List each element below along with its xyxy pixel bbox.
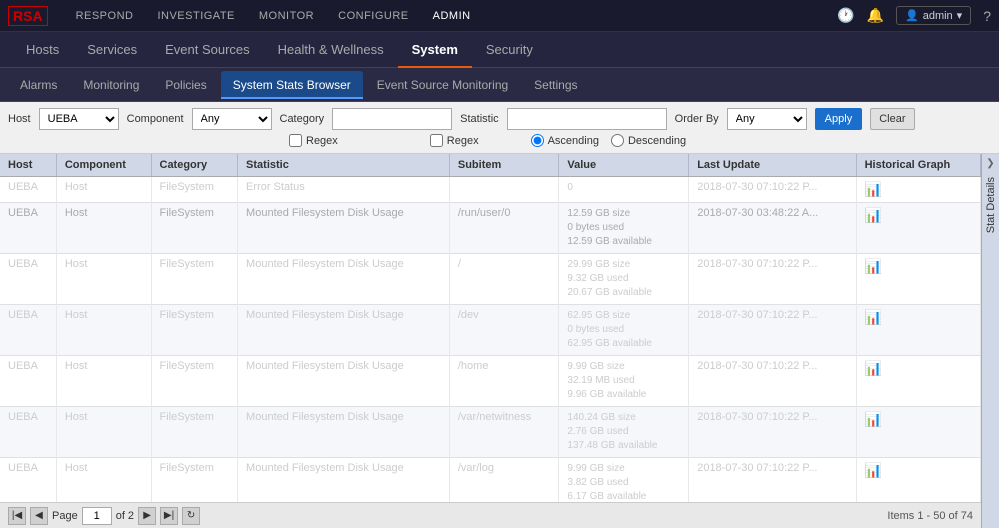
chart-icon[interactable]: 📊 <box>865 360 882 376</box>
statistic-input[interactable] <box>507 108 667 130</box>
category-input[interactable] <box>332 108 452 130</box>
chart-icon[interactable]: 📊 <box>865 207 882 223</box>
items-info: Items 1 - 50 of 74 <box>887 510 973 522</box>
second-nav: Hosts Services Event Sources Health & We… <box>0 32 999 68</box>
tab-event-source-monitoring[interactable]: Event Source Monitoring <box>365 71 520 99</box>
chart-icon[interactable]: 📊 <box>865 181 882 197</box>
page-next-btn[interactable]: ▶ <box>138 507 156 525</box>
tabs-bar: Alarms Monitoring Policies System Stats … <box>0 68 999 102</box>
admin-dropdown-icon: ▾ <box>957 9 963 22</box>
filter-row-2: Regex Regex Ascending Descending <box>8 134 991 147</box>
col-category[interactable]: Category <box>151 154 238 177</box>
chart-icon[interactable]: 📊 <box>865 309 882 325</box>
sidebar-chevron: ❯ <box>986 158 994 169</box>
top-nav-right: 🕐 🔔 👤 admin ▾ ? <box>837 6 991 25</box>
tab-alarms[interactable]: Alarms <box>8 71 69 99</box>
page-refresh-btn[interactable]: ↻ <box>182 507 200 525</box>
clock-icon[interactable]: 🕐 <box>837 7 854 24</box>
content-body: Host Component Category Statistic Subite… <box>0 154 999 528</box>
admin-label: admin <box>923 10 953 22</box>
category-label: Category <box>280 113 325 125</box>
nav-investigate[interactable]: INVESTIGATE <box>145 0 246 32</box>
component-select[interactable]: Any <box>192 108 272 130</box>
nav-monitor[interactable]: MONITOR <box>247 0 326 32</box>
page-first-btn[interactable]: |◀ <box>8 507 26 525</box>
admin-menu[interactable]: 👤 admin ▾ <box>896 6 971 25</box>
help-icon[interactable]: ? <box>983 8 991 24</box>
top-nav: RSA RESPOND INVESTIGATE MONITOR CONFIGUR… <box>0 0 999 32</box>
ascending-radio[interactable] <box>531 134 544 147</box>
nav-configure[interactable]: CONFIGURE <box>326 0 421 32</box>
table-row[interactable]: UEBAHostFileSystemMounted Filesystem Dis… <box>0 356 981 407</box>
page-last-btn[interactable]: ▶| <box>160 507 178 525</box>
table-row[interactable]: UEBAHostFileSystemMounted Filesystem Dis… <box>0 407 981 458</box>
category-regex-checkbox[interactable] <box>289 134 302 147</box>
table-row[interactable]: UEBAHostFileSystemMounted Filesystem Dis… <box>0 305 981 356</box>
nav-health-wellness[interactable]: Health & Wellness <box>264 32 398 68</box>
col-last-update[interactable]: Last Update <box>689 154 856 177</box>
col-host[interactable]: Host <box>0 154 56 177</box>
descending-label[interactable]: Descending <box>611 134 686 147</box>
nav-security[interactable]: Security <box>472 32 547 68</box>
tab-policies[interactable]: Policies <box>153 71 218 99</box>
order-by-label: Order By <box>675 113 719 125</box>
top-nav-items: RESPOND INVESTIGATE MONITOR CONFIGURE AD… <box>64 0 838 32</box>
chart-icon[interactable]: 📊 <box>865 411 882 427</box>
order-by-select[interactable]: Any <box>727 108 807 130</box>
table-row[interactable]: UEBAHostFileSystemMounted Filesystem Dis… <box>0 203 981 254</box>
main-content: Host UEBA Component Any Category Statist… <box>0 102 999 528</box>
filter-area: Host UEBA Component Any Category Statist… <box>0 102 999 154</box>
col-historical-graph[interactable]: Historical Graph <box>856 154 980 177</box>
table-row[interactable]: UEBAHostFileSystemMounted Filesystem Dis… <box>0 254 981 305</box>
sidebar-label: Stat Details <box>985 169 997 241</box>
nav-admin[interactable]: ADMIN <box>421 0 483 32</box>
chart-icon[interactable]: 📊 <box>865 258 882 274</box>
nav-event-sources[interactable]: Event Sources <box>151 32 264 68</box>
page-prev-btn[interactable]: ◀ <box>30 507 48 525</box>
sort-order-group: Ascending Descending <box>531 134 686 147</box>
page-label: Page <box>52 510 78 522</box>
host-label: Host <box>8 113 31 125</box>
component-label: Component <box>127 113 184 125</box>
ascending-label[interactable]: Ascending <box>531 134 599 147</box>
table-row[interactable]: UEBAHostFileSystemMounted Filesystem Dis… <box>0 458 981 503</box>
tab-monitoring[interactable]: Monitoring <box>71 71 151 99</box>
col-subitem[interactable]: Subitem <box>449 154 559 177</box>
nav-respond[interactable]: RESPOND <box>64 0 146 32</box>
category-regex-label: Regex <box>306 135 338 147</box>
page-input[interactable] <box>82 507 112 525</box>
nav-system[interactable]: System <box>398 32 472 68</box>
statistic-label: Statistic <box>460 113 499 125</box>
table-header-row: Host Component Category Statistic Subite… <box>0 154 981 177</box>
pagination-bar: |◀ ◀ Page of 2 ▶ ▶| ↻ Items 1 - 50 of 74 <box>0 502 981 528</box>
col-value[interactable]: Value <box>559 154 689 177</box>
statistic-regex-checkbox[interactable] <box>430 134 443 147</box>
col-component[interactable]: Component <box>56 154 151 177</box>
tab-settings[interactable]: Settings <box>522 71 589 99</box>
table-row[interactable]: UEBAHostFileSystemError Status02018-07-3… <box>0 177 981 203</box>
chart-icon[interactable]: 📊 <box>865 462 882 478</box>
stat-details-sidebar[interactable]: ❯ Stat Details <box>981 154 999 528</box>
col-statistic[interactable]: Statistic <box>238 154 450 177</box>
clear-button[interactable]: Clear <box>870 108 914 130</box>
apply-button[interactable]: Apply <box>815 108 863 130</box>
filter-row-1: Host UEBA Component Any Category Statist… <box>8 108 991 130</box>
nav-services[interactable]: Services <box>73 32 151 68</box>
descending-radio[interactable] <box>611 134 624 147</box>
table-container: Host Component Category Statistic Subite… <box>0 154 981 528</box>
nav-hosts[interactable]: Hosts <box>12 32 73 68</box>
statistic-regex: Regex <box>430 134 479 147</box>
rsa-logo: RSA <box>8 6 48 26</box>
bell-icon[interactable]: 🔔 <box>867 7 884 24</box>
admin-icon: 👤 <box>905 9 919 22</box>
host-select[interactable]: UEBA <box>39 108 119 130</box>
stats-table: Host Component Category Statistic Subite… <box>0 154 981 502</box>
of-label: of 2 <box>116 510 134 522</box>
tab-system-stats-browser[interactable]: System Stats Browser <box>221 71 363 99</box>
category-regex: Regex <box>289 134 338 147</box>
table-wrapper[interactable]: Host Component Category Statistic Subite… <box>0 154 981 502</box>
statistic-regex-label: Regex <box>447 135 479 147</box>
